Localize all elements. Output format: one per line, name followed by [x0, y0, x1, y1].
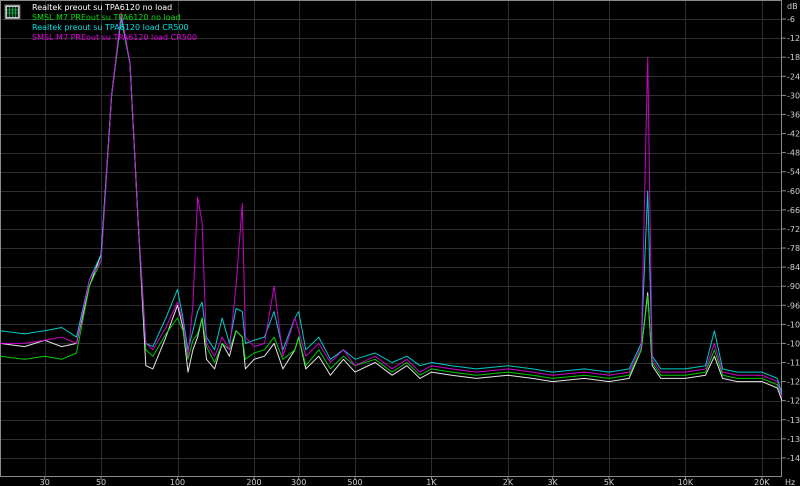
legend-entry: Realtek preout su TPA6120 load CR500: [32, 23, 189, 32]
legend-entry: SMSL M7 PREout su TPA6120 load CR500: [32, 33, 197, 42]
y-tick-label: -78: [787, 244, 800, 253]
x-tick-label: 20K: [754, 478, 770, 486]
y-tick-label: -144: [787, 454, 800, 463]
y-tick-label: -30: [787, 91, 800, 100]
grid-icon[interactable]: [4, 4, 21, 20]
x-tick-label: 300: [291, 478, 306, 486]
y-tick-label: -54: [787, 168, 800, 177]
x-tick-label: 10K: [678, 478, 694, 486]
x-tick-label: 5K: [604, 478, 615, 486]
y-axis-unit: dB: [787, 2, 798, 11]
y-tick-label: -84: [787, 263, 800, 272]
x-tick-label: 30: [40, 478, 50, 486]
y-tick-label: -108: [787, 339, 800, 348]
legend-entry: Realtek preout su TPA6120 no load: [32, 3, 172, 12]
y-tick-label: -102: [787, 320, 800, 329]
y-tick-label: -60: [787, 187, 800, 196]
x-tick-label: 3K: [547, 478, 558, 486]
y-tick-label: -24: [787, 72, 800, 81]
legend-entry: SMSL M7 PREout su TPA6120 no load: [32, 13, 181, 22]
y-tick-label: -132: [787, 416, 800, 425]
x-tick-label: 50: [96, 478, 106, 486]
x-tick-label: 2K: [503, 478, 514, 486]
spectrum-chart: 30 50 100 200 300 500 1K 2K 3K 5K 10K 20K -6 -12 -18 -…: [0, 0, 800, 486]
y-tick-label: -138: [787, 435, 800, 444]
y-tick-label: -6: [787, 15, 795, 24]
x-axis-unit: Hz: [785, 478, 795, 486]
y-tick-label: -36: [787, 110, 800, 119]
y-tick-label: -48: [787, 149, 800, 158]
y-tick-label: -126: [787, 397, 800, 406]
y-tick-label: -42: [787, 130, 800, 139]
y-tick-label: -120: [787, 378, 800, 387]
legend: Realtek preout su TPA6120 no loadSMSL M7…: [4, 3, 197, 42]
x-tick-label: 1K: [426, 478, 437, 486]
x-tick-label: 500: [347, 478, 362, 486]
y-tick-label: -90: [787, 282, 800, 291]
y-tick-label: -114: [787, 359, 800, 368]
y-tick-label: -72: [787, 225, 800, 234]
x-tick-label: 200: [246, 478, 261, 486]
y-tick-label: -96: [787, 301, 800, 310]
x-tick-label: 100: [170, 478, 185, 486]
y-tick-label: -66: [787, 206, 800, 215]
y-tick-label: -12: [787, 34, 800, 43]
y-tick-label: -18: [787, 53, 800, 62]
chart-background: [0, 0, 800, 486]
